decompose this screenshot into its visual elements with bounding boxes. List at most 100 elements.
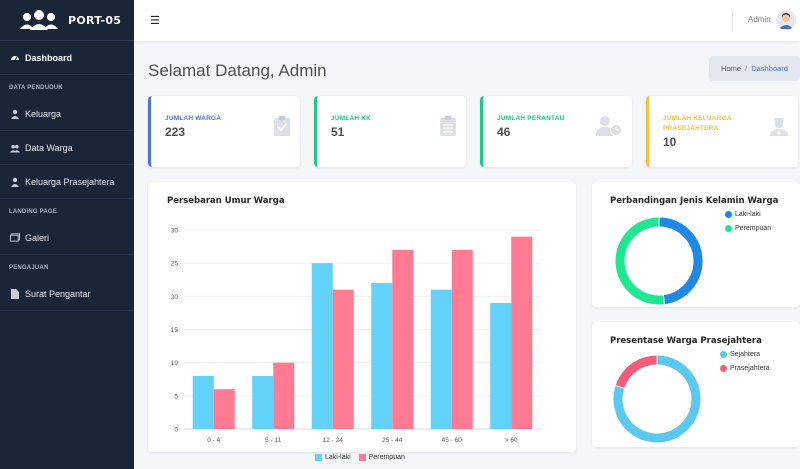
- panel-prasejahtera: Presentase Warga Prasejahtera Sejahtera …: [592, 322, 800, 447]
- y-tick-label: 20: [171, 294, 179, 301]
- legend-swatch: [358, 454, 366, 461]
- bar-laki-laki[interactable]: [192, 375, 214, 429]
- slice-perempuan[interactable]: [614, 216, 666, 306]
- bar-perempuan[interactable]: [213, 389, 235, 429]
- legend-label: Prasejahtera: [730, 365, 770, 372]
- bar-laki-laki[interactable]: [371, 283, 393, 429]
- sidebar-section-penduduk: DATA PENDUDUK: [9, 85, 63, 91]
- legend-swatch: [725, 211, 732, 218]
- card-jumlah-keluarga-prasejahtera: JUMLAH KELUARGA PRASEJAHTERA 10: [646, 96, 798, 167]
- sidebar-item-keluarga[interactable]: Keluarga: [0, 97, 134, 131]
- sidebar-item-label: Surat Pengantar: [25, 288, 91, 299]
- sidebar-item-dashboard[interactable]: Dashboard: [0, 41, 134, 75]
- topbar-divider: [732, 10, 733, 32]
- breadcrumb-separator: /: [745, 64, 748, 73]
- bar-laki-laki[interactable]: [252, 375, 274, 429]
- user-nurse-icon: [770, 116, 788, 141]
- legend-item-sejahtera[interactable]: Sejahtera: [720, 351, 760, 358]
- x-tick-label: 0 - 4: [207, 437, 220, 444]
- users-logo-icon: [18, 9, 60, 31]
- sidebar-item-label: Dashboard: [25, 52, 73, 63]
- y-tick-label: 30: [171, 228, 179, 235]
- gender-donut-chart: [614, 216, 704, 306]
- card-jumlah-kk: JUMLAH KK 51: [314, 96, 466, 167]
- sidebar-item-label: Data Warga: [25, 142, 73, 153]
- avatar[interactable]: [776, 10, 796, 30]
- sidebar-item-label: Galeri: [25, 232, 50, 243]
- brand-name: PORT-05: [68, 13, 122, 27]
- x-tick-label: 5 - 11: [265, 437, 282, 444]
- legend-label: Laki-laki: [325, 454, 351, 461]
- breadcrumb-home[interactable]: Home: [721, 64, 741, 73]
- legend-label: Sejahtera: [730, 351, 760, 358]
- slice-prasejahtera[interactable]: [614, 354, 658, 390]
- card-value: 51: [331, 125, 345, 139]
- user-name[interactable]: Admin: [748, 15, 771, 24]
- x-tick-label: 45 - 60: [442, 437, 463, 444]
- sidebar-item-surat-pengantar[interactable]: Surat Pengantar: [0, 277, 134, 311]
- legend-item-laki-laki[interactable]: Laki-laki: [315, 454, 351, 461]
- y-tick-label: 15: [171, 327, 179, 334]
- card-label: JUMLAH KK: [331, 115, 372, 122]
- legend-swatch: [720, 351, 727, 358]
- clipboard-check-icon: [274, 116, 290, 141]
- legend-item-perempuan[interactable]: Perempuan: [358, 454, 405, 461]
- sidebar-item-keluarga-prasejahtera[interactable]: Keluarga Prasejahtera: [0, 165, 134, 199]
- x-tick-label: > 60: [505, 437, 518, 444]
- bar-perempuan[interactable]: [451, 249, 473, 429]
- sidebar: PORT-05 Dashboard DATA PENDUDUK Keluarga…: [0, 0, 134, 469]
- user-icon: [10, 177, 20, 187]
- bar-laki-laki[interactable]: [490, 302, 512, 429]
- bar-perempuan[interactable]: [273, 362, 295, 429]
- legend-label: Perempuan: [368, 454, 405, 461]
- panel-jenis-kelamin: Perbandingan Jenis Kelamin Warga Laki-la…: [592, 182, 800, 307]
- card-value: 10: [663, 135, 677, 149]
- y-tick-label: 0: [174, 427, 178, 434]
- card-value: 46: [497, 125, 511, 139]
- legend-swatch: [720, 365, 727, 372]
- y-tick-label: 5: [174, 393, 178, 400]
- bar-perempuan[interactable]: [392, 249, 414, 429]
- breadcrumb: Home / Dashboard: [709, 56, 800, 81]
- page-title: Selamat Datang, Admin: [148, 61, 327, 80]
- legend-label: Perempuan: [735, 225, 772, 232]
- clipboard-list-icon: [440, 116, 456, 141]
- legend-swatch: [725, 225, 732, 232]
- bar-chart-legend: Laki-laki Perempuan: [315, 454, 405, 461]
- breadcrumb-current: Dashboard: [751, 64, 788, 73]
- bar-laki-laki[interactable]: [430, 289, 452, 429]
- brand[interactable]: PORT-05: [0, 0, 134, 41]
- bar-laki-laki[interactable]: [311, 263, 333, 429]
- file-icon: [10, 288, 20, 299]
- slice-laki-laki[interactable]: [658, 216, 704, 306]
- legend-item-perempuan[interactable]: Perempuan: [725, 225, 771, 232]
- sidebar-item-label: Keluarga Prasejahtera: [25, 176, 115, 187]
- menu-toggle-icon[interactable]: ☰: [150, 14, 160, 27]
- legend-swatch: [315, 454, 322, 461]
- bar-perempuan[interactable]: [332, 289, 354, 429]
- x-tick-label: 25 - 44: [382, 437, 403, 444]
- users-icon: [10, 143, 20, 153]
- legend-item-prasejahtera[interactable]: Prasejahtera: [720, 365, 770, 372]
- card-jumlah-perantau: JUMLAH PERANTAU 46: [480, 96, 632, 167]
- sidebar-item-galeri[interactable]: Galeri: [0, 221, 134, 255]
- user-clock-icon: [596, 116, 622, 141]
- card-jumlah-warga: JUMLAH WARGA 223: [148, 96, 300, 167]
- user-icon: [10, 109, 20, 119]
- bar-chart: 0 5 10 15 20 25 30 0 - 4 5 - 11 12 - 24 25 - 44 45 …: [171, 228, 541, 444]
- card-label: JUMLAH WARGA: [165, 115, 222, 122]
- legend-label: Laki-laki: [735, 211, 761, 218]
- sidebar-item-data-warga[interactable]: Data Warga: [0, 131, 134, 165]
- panel-persebaran-umur: Persebaran Umur Warga 0 5 10 15 20 25 30 0 - 45…: [148, 182, 576, 452]
- bar-perempuan[interactable]: [511, 236, 533, 429]
- card-label: JUMLAH KELUARGA PRASEJAHTERA: [663, 115, 732, 132]
- prasejahtera-donut-chart: [612, 354, 702, 444]
- legend-item-laki-laki[interactable]: Laki-laki: [725, 211, 761, 218]
- y-tick-label: 25: [171, 261, 179, 268]
- tachometer-icon: [10, 53, 20, 63]
- card-label: JUMLAH PERANTAU: [497, 115, 565, 122]
- images-icon: [10, 233, 20, 243]
- sidebar-section-landing: LANDING PAGE: [9, 209, 57, 215]
- card-value: 223: [165, 125, 186, 139]
- sidebar-section-pengajuan: PENGAJUAN: [9, 265, 49, 271]
